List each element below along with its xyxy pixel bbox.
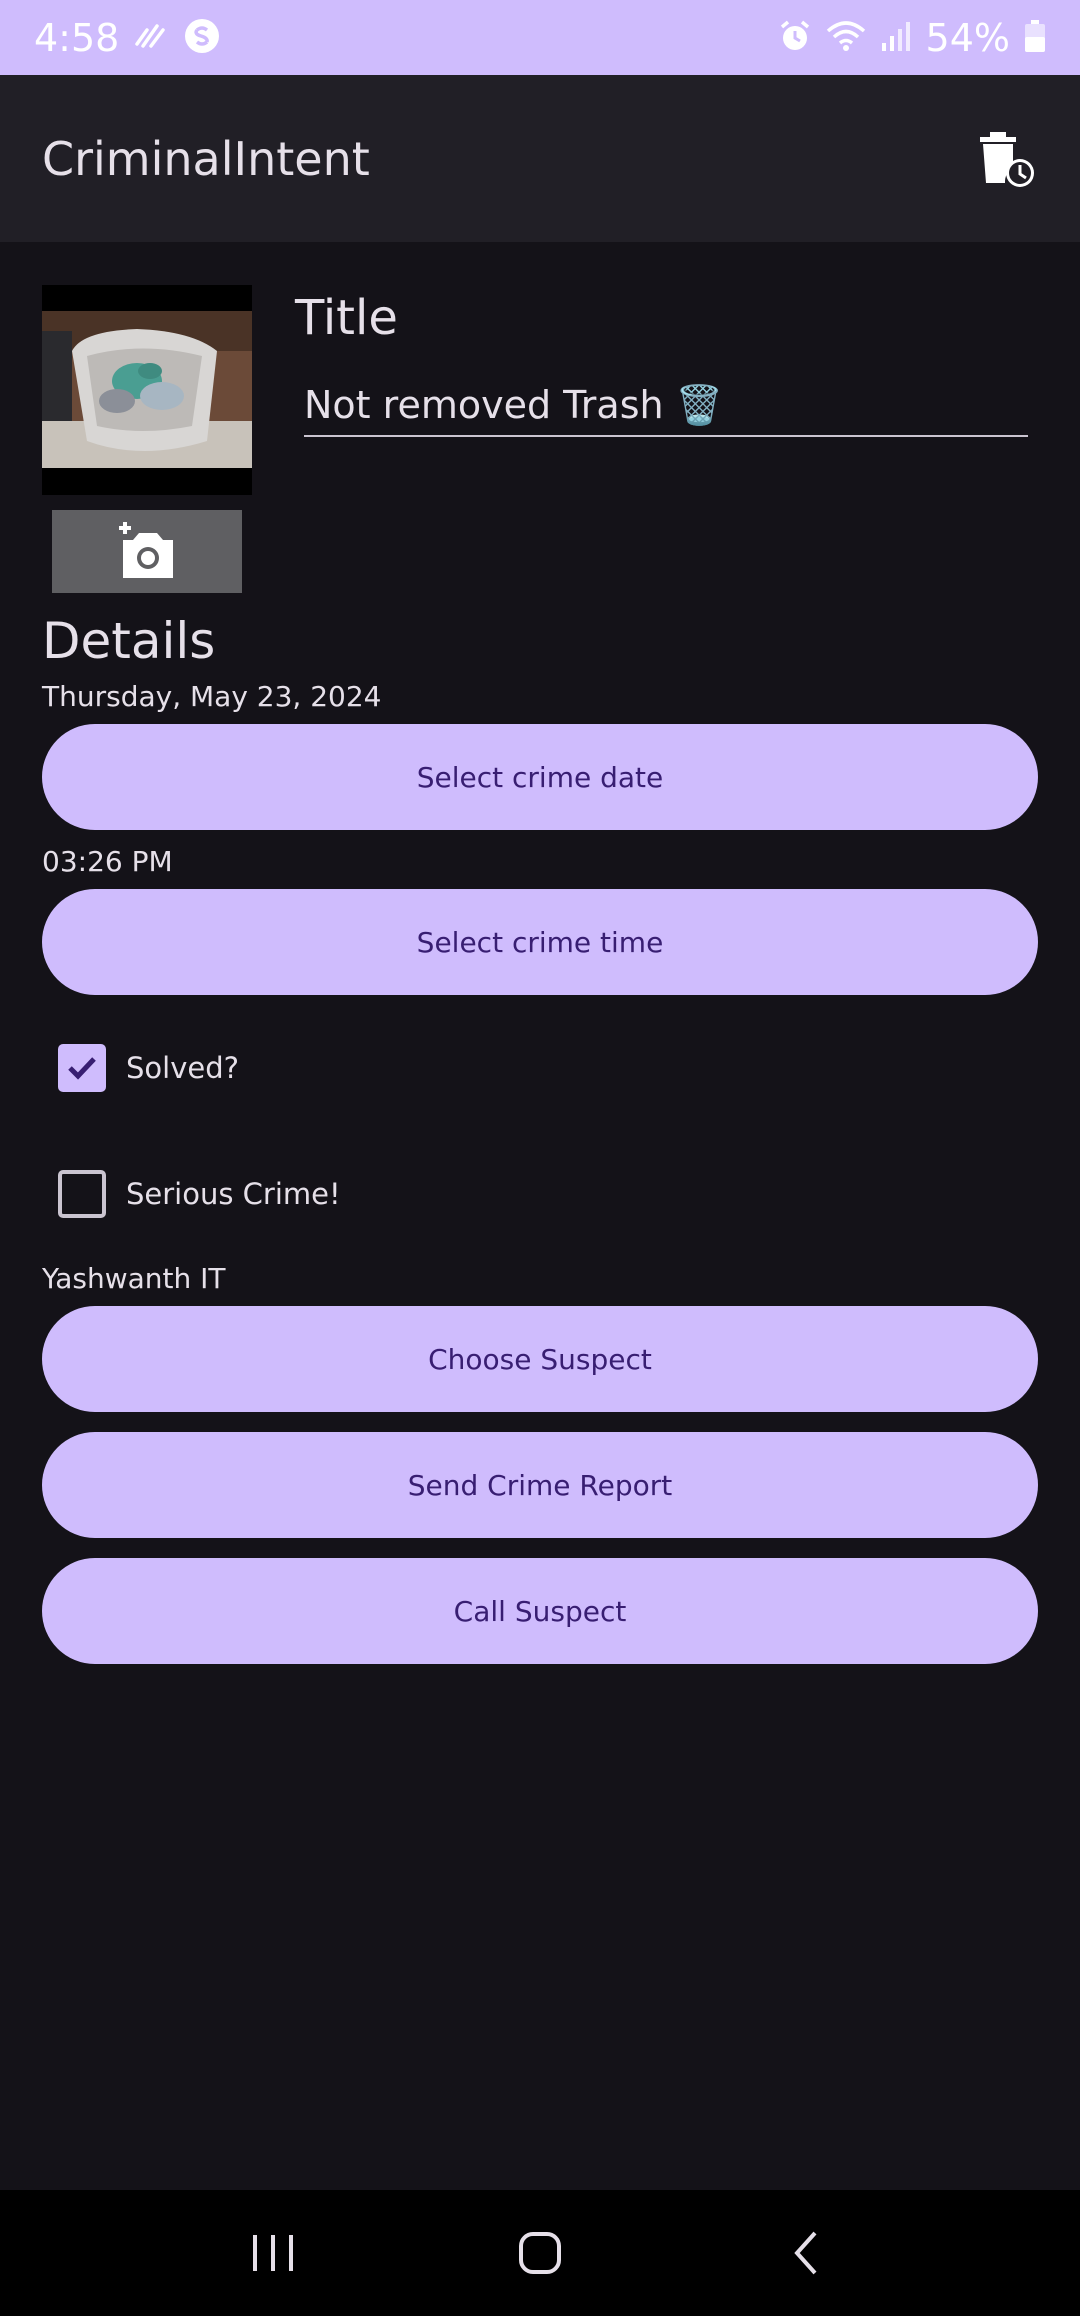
serious-label: Serious Crime! bbox=[126, 1177, 341, 1211]
camera-button[interactable] bbox=[52, 510, 242, 593]
alarm-icon bbox=[778, 19, 812, 57]
solved-checkbox[interactable] bbox=[58, 1044, 106, 1092]
title-label: Title bbox=[295, 290, 398, 346]
send-report-button[interactable]: Send Crime Report bbox=[42, 1432, 1038, 1538]
wifi-icon bbox=[826, 19, 866, 57]
suspect-name-text: Yashwanth IT bbox=[42, 1262, 226, 1295]
battery-icon bbox=[1024, 19, 1046, 57]
serious-checkbox-row[interactable]: Serious Crime! bbox=[58, 1170, 341, 1218]
app-bar: CriminalIntent bbox=[0, 75, 1080, 242]
battery-percent: 54% bbox=[925, 15, 1010, 60]
crime-time-text: 03:26 PM bbox=[42, 845, 173, 878]
navigation-bar bbox=[0, 2190, 1080, 2316]
status-left: 4:58 bbox=[34, 16, 221, 60]
status-bar: 4:58 54% bbox=[0, 0, 1080, 75]
crime-date-text: Thursday, May 23, 2024 bbox=[42, 680, 382, 713]
call-suspect-button[interactable]: Call Suspect bbox=[42, 1558, 1038, 1664]
details-label: Details bbox=[42, 612, 216, 670]
solved-checkbox-row[interactable]: Solved? bbox=[58, 1044, 239, 1092]
choose-suspect-button[interactable]: Choose Suspect bbox=[42, 1306, 1038, 1412]
signal-icon bbox=[880, 19, 912, 57]
shazam-icon bbox=[183, 17, 221, 59]
select-date-button[interactable]: Select crime date bbox=[42, 724, 1038, 830]
checkmark-icon bbox=[68, 1057, 96, 1080]
crime-photo bbox=[42, 285, 252, 495]
app-title: CriminalIntent bbox=[42, 131, 370, 186]
solved-label: Solved? bbox=[126, 1051, 240, 1085]
serious-checkbox[interactable] bbox=[58, 1170, 106, 1218]
select-time-button[interactable]: Select crime time bbox=[42, 889, 1038, 995]
home-icon[interactable] bbox=[500, 2213, 580, 2293]
data-saver-icon bbox=[133, 18, 169, 58]
title-input[interactable] bbox=[304, 375, 1028, 437]
status-time: 4:58 bbox=[34, 15, 120, 60]
crime-photo-image bbox=[42, 311, 252, 468]
add-photo-icon bbox=[119, 521, 173, 578]
status-right: 54% bbox=[778, 16, 1046, 60]
back-icon[interactable] bbox=[767, 2213, 847, 2293]
delete-schedule-icon[interactable] bbox=[974, 127, 1038, 191]
recents-icon[interactable] bbox=[233, 2213, 313, 2293]
